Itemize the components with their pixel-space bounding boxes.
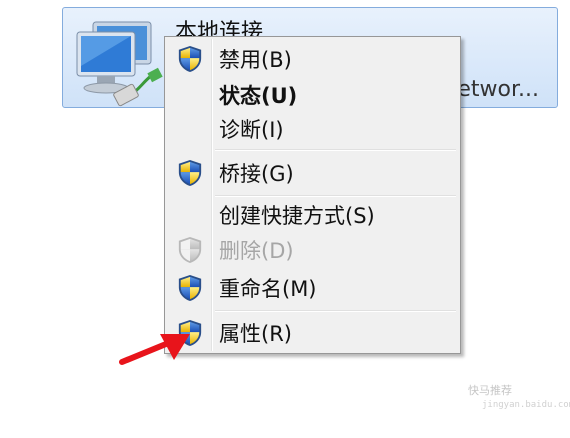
menu-item-label: 属性(R) [219, 322, 292, 346]
menu-separator [215, 310, 456, 312]
uac-shield-icon [177, 45, 203, 73]
menu-item-properties[interactable]: 属性(R) [167, 315, 458, 351]
red-arrow-annotation [119, 334, 190, 365]
network-adapter-icon [76, 21, 163, 107]
uac-shield-icon [177, 274, 203, 302]
menu-item-label: 创建快捷方式(S) [219, 204, 375, 228]
uac-shield-disabled-icon [177, 236, 203, 264]
menu-separator [215, 149, 456, 151]
menu-item-bridge[interactable]: 桥接(G) [167, 155, 458, 191]
menu-item-label: 诊断(I) [219, 118, 284, 142]
uac-shield-icon [177, 159, 203, 187]
menu-item-delete: 删除(D) [167, 232, 458, 268]
menu-item-label: 桥接(G) [219, 162, 294, 186]
menu-item-label: 删除(D) [219, 239, 294, 263]
menu-item-create-shortcut[interactable]: 创建快捷方式(S) [167, 197, 458, 233]
menu-item-status[interactable]: 状态(U) [167, 77, 458, 113]
menu-item-label: 状态(U) [219, 84, 298, 108]
menu-item-rename[interactable]: 重命名(M) [167, 270, 458, 306]
menu-item-label: 禁用(B) [219, 48, 292, 72]
menu-item-label: 重命名(M) [219, 277, 317, 301]
context-menu: 禁用(B) 状态(U) 诊断(I) 桥接(G) 创建快捷方式(S) 删除(D) … [164, 36, 461, 354]
menu-item-diagnose[interactable]: 诊断(I) [167, 111, 458, 147]
watermark-sub: jingyan.baidu.com [482, 400, 570, 410]
menu-item-disable[interactable]: 禁用(B) [167, 41, 458, 77]
adapter-device-text: etwor... [457, 77, 539, 102]
watermark: 快马推荐 [468, 384, 512, 397]
